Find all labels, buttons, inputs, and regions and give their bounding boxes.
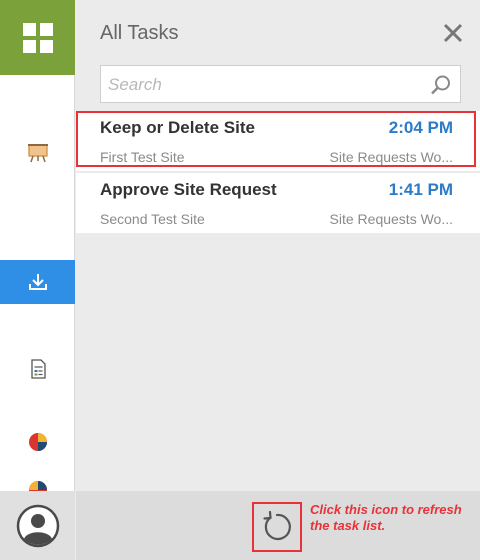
task-site: First Test Site — [100, 149, 185, 165]
rail-item-analytics[interactable] — [0, 465, 75, 491]
search-icon[interactable] — [430, 74, 452, 96]
left-rail — [0, 0, 75, 560]
rail-item-documents[interactable] — [0, 347, 75, 391]
tasks-panel: All Tasks Keep or Delete Site 2:04 PM Fi… — [76, 0, 480, 491]
rail-item-presentations[interactable] — [0, 131, 75, 175]
rail-item-reports[interactable] — [0, 420, 75, 464]
task-row[interactable]: Keep or Delete Site 2:04 PM First Test S… — [76, 111, 480, 171]
document-icon — [30, 359, 46, 379]
pie-chart-icon — [28, 433, 47, 451]
refresh-button[interactable] — [252, 502, 302, 552]
task-row[interactable]: Approve Site Request 1:41 PM Second Test… — [76, 173, 480, 233]
user-avatar-icon[interactable] — [16, 504, 60, 548]
task-title: Approve Site Request — [100, 180, 277, 199]
task-time: 1:41 PM — [388, 180, 453, 199]
task-list-name: Site Requests Wo... — [329, 211, 453, 227]
panel-title: All Tasks — [100, 22, 179, 44]
task-site: Second Test Site — [100, 211, 205, 227]
search-box — [100, 65, 461, 103]
rail-item-downloads[interactable] — [0, 260, 75, 304]
home-tile[interactable] — [0, 0, 75, 75]
close-icon — [443, 23, 463, 43]
presentation-icon — [27, 144, 48, 163]
task-list: Keep or Delete Site 2:04 PM First Test S… — [76, 111, 480, 233]
close-button[interactable] — [441, 21, 465, 45]
task-title: Keep or Delete Site — [100, 118, 255, 137]
rail-footer — [0, 491, 75, 560]
task-time: 2:04 PM — [388, 118, 453, 137]
refresh-callout: Click this icon to refresh the task list… — [310, 502, 462, 533]
apps-grid-icon — [22, 22, 53, 53]
refresh-icon — [263, 510, 291, 540]
search-input[interactable] — [108, 74, 418, 96]
download-icon — [28, 274, 47, 290]
pie-chart-icon — [28, 481, 47, 491]
task-list-name: Site Requests Wo... — [329, 149, 453, 165]
bottom-bar: Click this icon to refresh the task list… — [76, 491, 480, 560]
